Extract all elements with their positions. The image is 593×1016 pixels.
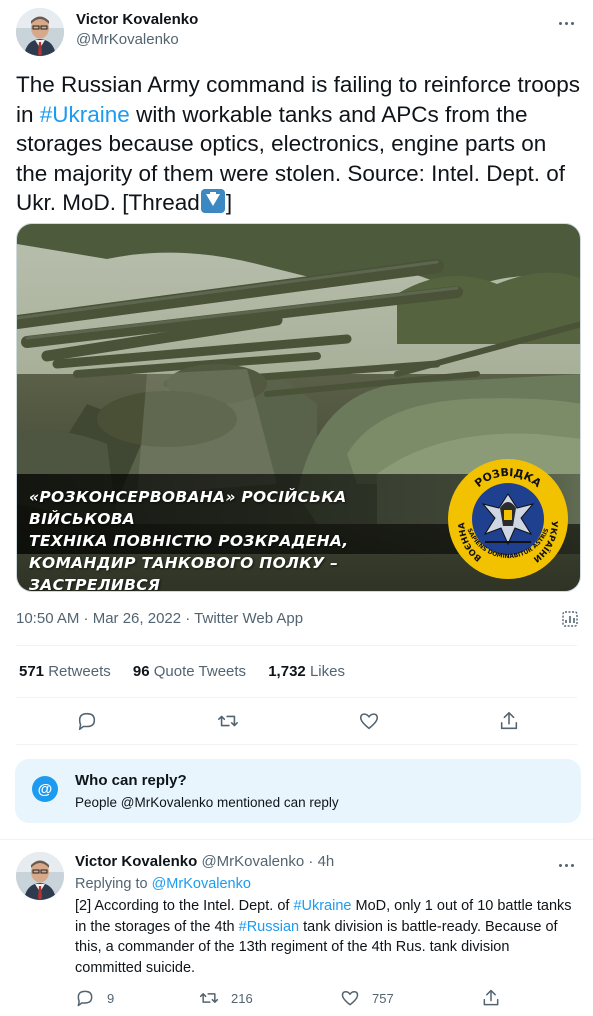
section-divider xyxy=(0,839,593,840)
hashtag-link[interactable]: #Ukraine xyxy=(40,102,130,127)
reply-icon[interactable] xyxy=(76,710,98,732)
reply-author-line: Victor Kovalenko @MrKovalenko · 4h xyxy=(75,853,334,871)
retweets-stat[interactable]: 571 Retweets xyxy=(19,663,111,680)
reply-tweet[interactable]: Victor Kovalenko @MrKovalenko · 4h Reply… xyxy=(16,852,577,1016)
image-caption-line: «РОЗКОНСЕРВОВАНА» РОСІЙСЬКА ВІЙСЬКОВА xyxy=(29,488,347,528)
reply-share-button[interactable] xyxy=(481,988,513,1008)
author-name[interactable]: Victor Kovalenko xyxy=(76,11,198,29)
author-name[interactable]: Victor Kovalenko xyxy=(75,853,197,870)
tweet-actions xyxy=(16,706,577,738)
retweet-count: 216 xyxy=(231,990,253,1006)
likes-stat[interactable]: 1,732 Likes xyxy=(268,663,345,680)
more-icon[interactable] xyxy=(555,854,577,876)
divider xyxy=(16,697,577,698)
reply-reply-button[interactable]: 9 xyxy=(75,988,114,1008)
analytics-icon[interactable] xyxy=(561,610,579,628)
who-can-reply-box: @ Who can reply? People @MrKovalenko men… xyxy=(15,759,581,823)
divider xyxy=(16,744,577,745)
retweets-label: Retweets xyxy=(48,663,111,680)
author-handle[interactable]: @MrKovalenko xyxy=(201,853,304,870)
author-block: Victor Kovalenko @MrKovalenko xyxy=(76,11,198,50)
like-count: 757 xyxy=(372,990,394,1006)
tweet-image[interactable]: «РОЗКОНСЕРВОВАНА» РОСІЙСЬКА ВІЙСЬКОВА ТЕ… xyxy=(16,223,581,592)
separator-dot: · xyxy=(308,853,314,870)
tweet-stats: 571 Retweets 96 Quote Tweets 1,732 Likes xyxy=(19,662,363,682)
retweet-icon[interactable] xyxy=(217,710,239,732)
retweets-count: 571 xyxy=(19,663,45,680)
reply-icon xyxy=(77,990,93,1007)
share-icon[interactable] xyxy=(498,710,520,732)
hashtag-link[interactable]: #Ukraine xyxy=(293,898,351,914)
avatar[interactable] xyxy=(16,852,64,900)
tweet-timestamp[interactable]: 10:50 AM · Mar 26, 2022 · Twitter Web Ap… xyxy=(16,609,303,629)
who-can-reply-title: Who can reply? xyxy=(75,772,187,789)
reply-actions: 9 216 757 xyxy=(75,988,555,1010)
like-icon xyxy=(341,991,359,1006)
replying-to-link[interactable]: @MrKovalenko xyxy=(152,876,251,892)
divider xyxy=(16,645,577,646)
author-handle[interactable]: @MrKovalenko xyxy=(76,30,198,50)
tweet-text-part: ] xyxy=(225,190,233,215)
reply-text: [2] According to the Intel. Dept. of #Uk… xyxy=(75,896,575,978)
tweet-header: Victor Kovalenko @MrKovalenko xyxy=(16,8,577,56)
like-icon[interactable] xyxy=(358,710,380,732)
image-caption: «РОЗКОНСЕРВОВАНА» РОСІЙСЬКА ВІЙСЬКОВА ТЕ… xyxy=(29,486,449,592)
avatar[interactable] xyxy=(16,8,64,56)
reply-count: 9 xyxy=(107,990,115,1006)
share-icon xyxy=(483,989,499,1006)
mention-icon: @ xyxy=(32,776,58,802)
likes-label: Likes xyxy=(309,663,345,680)
image-caption-line: ТЕХНІКА ПОВНІСТЮ РОЗКРАДЕНА, xyxy=(29,532,349,550)
quote-tweets-count: 96 xyxy=(132,663,150,680)
reply-like-button[interactable]: 757 xyxy=(340,988,394,1008)
reply-time[interactable]: 4h xyxy=(318,853,335,870)
reply-text-part: [2] According to the Intel. Dept. of xyxy=(75,898,294,914)
replying-prefix: Replying to xyxy=(75,876,152,892)
likes-count: 1,732 xyxy=(268,663,306,680)
more-icon[interactable] xyxy=(555,12,577,34)
quote-tweets-stat[interactable]: 96 Quote Tweets xyxy=(133,663,246,680)
quote-tweets-label: Quote Tweets xyxy=(153,663,247,680)
hashtag-link[interactable]: #Russian xyxy=(239,919,299,935)
intelligence-emblem-icon: РОЗВІДКА ВОЄННА УКРАЇНИ SAPIENS DOMINABI… xyxy=(448,459,568,579)
replying-to: Replying to @MrKovalenko xyxy=(75,875,251,893)
who-can-reply-description: People @MrKovalenko mentioned can reply xyxy=(75,795,339,810)
retweet-icon xyxy=(199,993,219,1003)
arrow-down-emoji-icon xyxy=(200,189,225,213)
reply-retweet-button[interactable]: 216 xyxy=(199,988,253,1008)
image-caption-line: КОМАНДИР ТАНКОВОГО ПОЛКУ – ЗАСТРЕЛИВСЯ xyxy=(29,554,339,592)
tweet-text: The Russian Army command is failing to r… xyxy=(16,70,581,218)
